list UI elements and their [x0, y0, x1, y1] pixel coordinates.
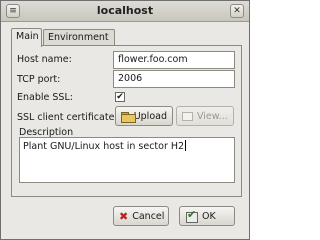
dialog-window: ≡ localhost ✕ Main Environment Host name… — [0, 0, 250, 240]
ssl-client-certificate-label: SSL client certificate: — [17, 112, 118, 123]
title-bar: ≡ localhost ✕ — [1, 1, 249, 22]
ok-button[interactable]: OK — [179, 206, 235, 226]
tab-main[interactable]: Main — [11, 28, 42, 47]
folder-icon — [121, 111, 136, 123]
enable-ssl-label: Enable SSL: — [17, 92, 73, 103]
ok-check-icon — [185, 208, 198, 223]
description-text: Plant GNU/Linux host in sector H2 — [23, 141, 185, 152]
window-title: localhost — [96, 4, 154, 17]
enable-ssl-checkbox[interactable]: ✔ — [115, 92, 125, 102]
cancel-button-label: Cancel — [132, 210, 165, 222]
view-button[interactable]: View... — [176, 106, 234, 126]
view-icon — [182, 111, 193, 121]
ok-button-label: OK — [202, 210, 216, 222]
upload-button-label: Upload — [133, 110, 167, 122]
tab-environment[interactable]: Environment — [43, 29, 115, 46]
text-cursor — [185, 140, 187, 151]
description-textarea[interactable]: Plant GNU/Linux host in sector H2 — [19, 137, 235, 183]
tcp-port-field[interactable]: 2006 — [113, 70, 235, 88]
cancel-button[interactable]: ✖ Cancel — [113, 206, 169, 226]
close-icon[interactable]: ✕ — [230, 4, 244, 18]
host-name-field[interactable]: flower.foo.com — [113, 51, 235, 69]
upload-button[interactable]: Upload — [115, 106, 173, 126]
host-name-label: Host name: — [17, 54, 72, 65]
view-button-label: View... — [197, 110, 228, 122]
main-tab-panel: Host name: flower.foo.com TCP port: 2006… — [11, 45, 242, 197]
cancel-x-icon: ✖ — [119, 209, 129, 223]
tcp-port-label: TCP port: — [17, 74, 61, 85]
